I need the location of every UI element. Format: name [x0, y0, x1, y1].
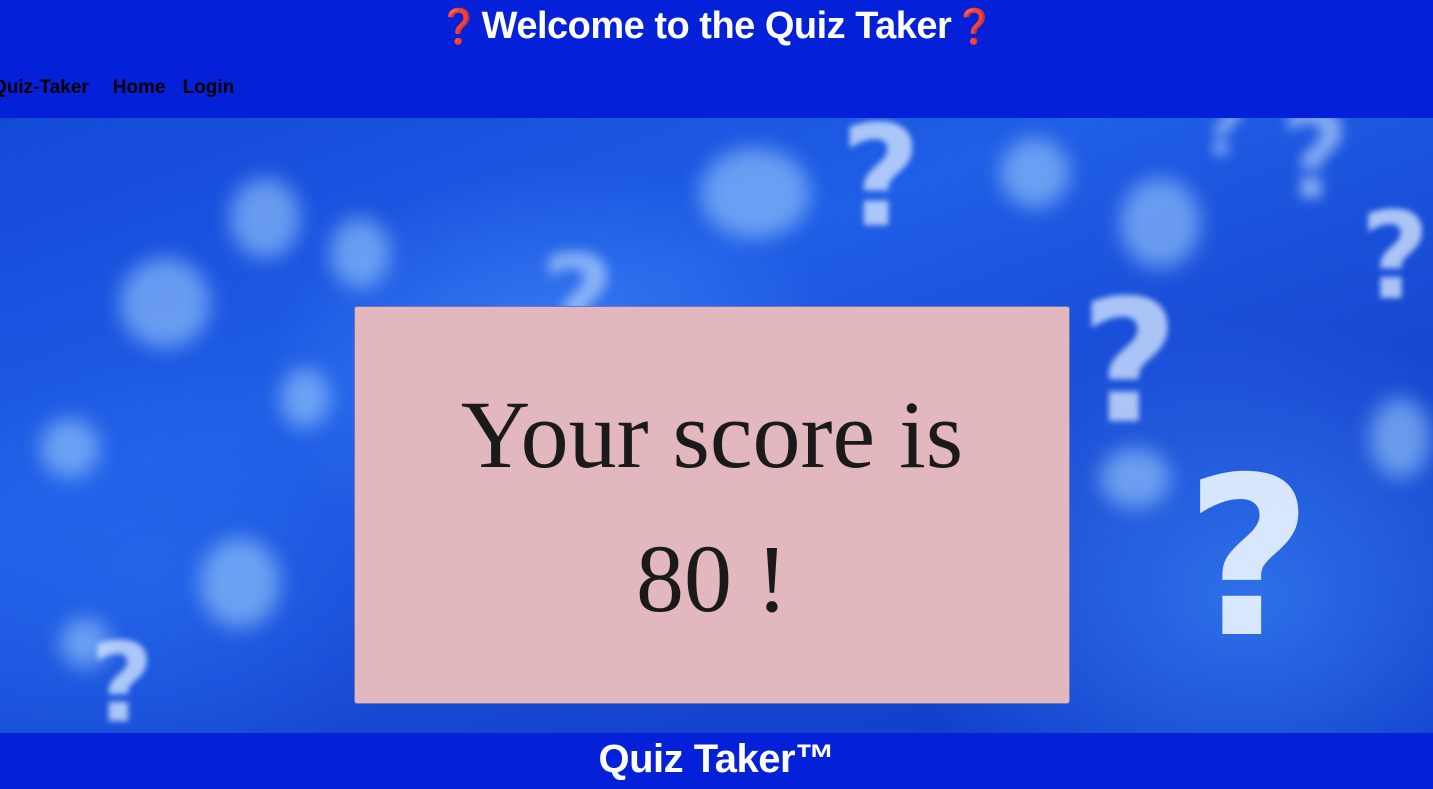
footer-text: Quiz Taker™ — [598, 737, 835, 781]
bokeh-decoration — [1000, 138, 1070, 208]
header: ❓Welcome to the Quiz Taker❓ Quiz-Taker H… — [0, 0, 1433, 118]
footer: Quiz Taker™ — [0, 733, 1433, 789]
question-mark-icon: ❓ — [437, 8, 480, 46]
question-mark-decoration: ? — [90, 619, 154, 733]
brand-link[interactable]: Quiz-Taker — [0, 77, 89, 99]
question-mark-decoration: ? — [840, 118, 922, 259]
nav-login-link[interactable]: Login — [183, 77, 235, 99]
score-card: Your score is 80 ! — [354, 306, 1070, 704]
question-mark-decoration: ? — [1185, 430, 1313, 686]
question-mark-decoration: ? — [1360, 188, 1430, 327]
nav-home-link[interactable]: Home — [113, 77, 166, 99]
bokeh-decoration — [40, 418, 100, 478]
question-mark-decoration: ? — [1280, 118, 1350, 227]
bokeh-decoration — [200, 538, 280, 628]
question-mark-decoration: ? — [1200, 118, 1247, 174]
welcome-title: Welcome to the Quiz Taker — [481, 5, 952, 47]
bokeh-decoration — [700, 148, 810, 238]
bokeh-decoration — [330, 218, 390, 288]
question-mark-decoration: ? — [1080, 264, 1179, 462]
score-line: Your score is — [460, 381, 964, 488]
bokeh-decoration — [230, 178, 300, 258]
page: ❓Welcome to the Quiz Taker❓ Quiz-Taker H… — [0, 0, 1433, 789]
navbar: Quiz-Taker Home Login — [0, 74, 251, 102]
score-value: 80 ! — [636, 525, 788, 632]
welcome-banner: ❓Welcome to the Quiz Taker❓ — [0, 4, 1433, 49]
bokeh-decoration — [280, 368, 330, 428]
bokeh-decoration — [1370, 398, 1430, 478]
bokeh-decoration — [120, 258, 210, 348]
bokeh-decoration — [1120, 178, 1200, 268]
question-mark-icon: ❓ — [953, 8, 996, 46]
